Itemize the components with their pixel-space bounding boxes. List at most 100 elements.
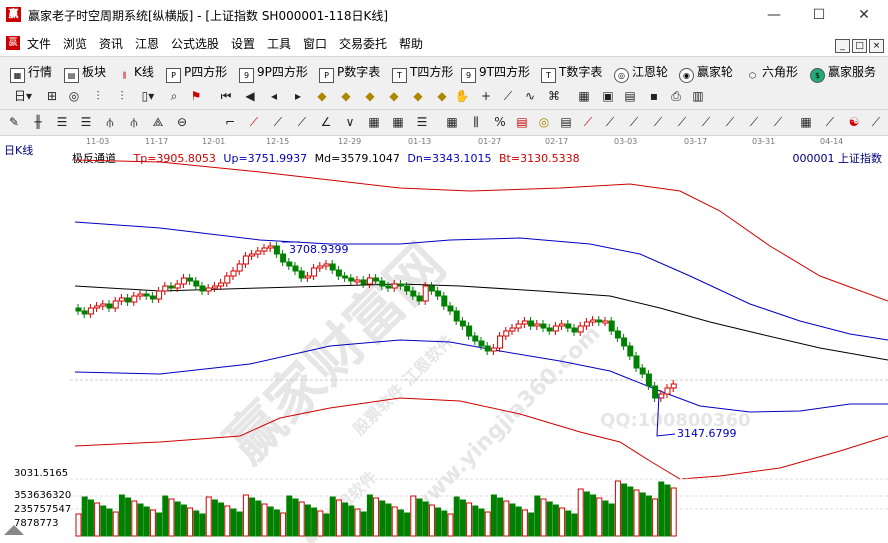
crosshair-icon[interactable]: + <box>478 88 494 104</box>
hand-icon[interactable]: ✋ <box>454 88 470 104</box>
menu-window[interactable]: 窗口 <box>303 35 327 52</box>
kline-button[interactable]: ⫼ K线 <box>118 63 154 82</box>
book-icon[interactable]: ▤ <box>622 88 638 104</box>
vline-icon[interactable]: ╫ <box>30 114 46 130</box>
gann-fan-icon[interactable]: ⟋ <box>246 114 262 130</box>
grid-view-icon[interactable]: ▣ <box>600 88 616 104</box>
tool-d-icon[interactable]: ⟋ <box>626 114 642 130</box>
hexagon-button[interactable]: ⬡ 六角形 <box>746 63 798 82</box>
menu-file[interactable]: 文件 <box>27 35 51 52</box>
menu-help[interactable]: 帮助 <box>399 35 423 52</box>
menu-gann[interactable]: 江恩 <box>135 35 159 52</box>
print-icon[interactable]: ⎙ <box>668 88 684 104</box>
diamond6-icon[interactable]: ◆ <box>434 88 450 104</box>
grid-tool-icon[interactable]: ▦ <box>366 114 382 130</box>
p-number-table-button[interactable]: P P数字表 <box>319 63 380 83</box>
angle-icon[interactable]: ∠ <box>318 114 334 130</box>
red-grid-icon[interactable]: ▤ <box>514 114 530 130</box>
pattern-icon[interactable]: ⌘ <box>546 88 562 104</box>
service-button[interactable]: $ 赢家服务 <box>810 63 876 83</box>
fork2-icon[interactable]: ⫛ <box>126 114 142 130</box>
menu-info[interactable]: 资讯 <box>99 35 123 52</box>
chart-type-icon[interactable]: ⊞ <box>44 88 60 104</box>
tool-a-icon[interactable]: ▤ <box>558 114 574 130</box>
prev-icon[interactable]: ◀ <box>242 88 258 104</box>
menu-browse[interactable]: 浏览 <box>63 35 87 52</box>
vee-icon[interactable]: ∨ <box>342 114 358 130</box>
circle-icon[interactable]: ◎ <box>66 88 82 104</box>
mdi-close-button[interactable]: × <box>869 39 884 53</box>
diamond1-icon[interactable]: ◆ <box>314 88 330 104</box>
sector-button[interactable]: ▤ 板块 <box>64 63 106 83</box>
diamond2-icon[interactable]: ◆ <box>338 88 354 104</box>
fib2-icon[interactable]: ☰ <box>78 114 94 130</box>
circle-tool-icon[interactable]: ⊖ <box>174 114 190 130</box>
zoom-icon[interactable]: ⌕ <box>166 88 182 104</box>
tool-b-icon[interactable]: ⟋ <box>580 114 596 130</box>
menu-tools[interactable]: 工具 <box>267 35 291 52</box>
p-square-button[interactable]: P P四方形 <box>166 63 227 83</box>
pencil-icon[interactable]: ✎ <box>6 114 22 130</box>
hlines-icon[interactable]: ☰ <box>414 114 430 130</box>
candle <box>87 307 94 315</box>
chart-tool-icon[interactable]: ⟋ <box>868 114 884 130</box>
menu-settings[interactable]: 设置 <box>231 35 255 52</box>
menu-formula[interactable]: 公式选股 <box>171 35 219 52</box>
gann-fan2-icon[interactable]: ⟋ <box>270 114 286 130</box>
bars-icon[interactable]: ⫶ <box>90 88 106 104</box>
table-tool-icon[interactable]: ▦ <box>444 114 460 130</box>
close-button[interactable]: ✕ <box>844 4 884 26</box>
yinyang-icon[interactable]: ☯ <box>846 114 862 130</box>
drawing-toolbar: ✎ ╫ ☰ ☰ ⫛ ⫛ ⟁ ⊖ ⌐ ⟋ ⟋ ⟋ ∠ ∨ ▦ ▦ ☰ ▦ ⫼ % … <box>0 110 888 136</box>
percent-icon[interactable]: % <box>492 114 508 130</box>
9p-square-button[interactable]: 9 9P四方形 <box>239 63 308 83</box>
export-icon[interactable]: ▥ <box>690 88 706 104</box>
forward-icon[interactable]: ▸ <box>290 88 306 104</box>
layout-icon[interactable]: ▦ <box>798 114 814 130</box>
tool-e-icon[interactable]: ⟋ <box>650 114 666 130</box>
rect-tool-icon[interactable]: ⌐ <box>222 114 238 130</box>
candle-select-icon[interactable]: ▯▾ <box>138 88 158 104</box>
maximize-button[interactable]: ☐ <box>799 4 839 26</box>
tool-j-icon[interactable]: ⟋ <box>770 114 786 130</box>
tool-i-icon[interactable]: ⟋ <box>746 114 762 130</box>
t-square-button[interactable]: T T四方形 <box>392 63 453 83</box>
mdi-minimize-button[interactable]: _ <box>835 39 850 53</box>
candle <box>81 310 88 315</box>
diamond5-icon[interactable]: ◆ <box>410 88 426 104</box>
fork-icon[interactable]: ⫛ <box>102 114 118 130</box>
volume-bar <box>218 502 225 537</box>
t-number-table-button[interactable]: T T数字表 <box>541 63 602 83</box>
line-icon[interactable]: ⟋ <box>500 88 516 104</box>
gold-circle-icon[interactable]: ◎ <box>536 114 552 130</box>
tool-f-icon[interactable]: ⟋ <box>674 114 690 130</box>
quote-button[interactable]: ▦ 行情 <box>10 63 52 83</box>
tool-h-icon[interactable]: ⟋ <box>722 114 738 130</box>
gann-fan3-icon[interactable]: ⟋ <box>294 114 310 130</box>
save-icon[interactable]: ▪ <box>646 88 662 104</box>
fib-icon[interactable]: ☰ <box>54 114 70 130</box>
menu-trade[interactable]: 交易委托 <box>339 35 387 52</box>
back-icon[interactable]: ◂ <box>266 88 282 104</box>
yingjia-wheel-button[interactable]: ◉ 赢家轮 <box>679 63 733 83</box>
volume-bar <box>509 503 516 537</box>
first-icon[interactable]: ⏮ <box>218 88 234 104</box>
mdi-restore-button[interactable]: □ <box>852 39 867 53</box>
kline-chart[interactable]: 11-03 11-17 12-01 12-15 12-29 01-13 01-2… <box>0 136 888 543</box>
diamond3-icon[interactable]: ◆ <box>362 88 378 104</box>
trend-icon[interactable]: ⟋ <box>822 114 838 130</box>
minimize-button[interactable]: — <box>754 4 794 26</box>
period-dropdown[interactable]: 日▾ <box>10 88 36 104</box>
grid-tool2-icon[interactable]: ▦ <box>390 114 406 130</box>
bars-tool-icon[interactable]: ⫼ <box>468 114 484 130</box>
flag-icon[interactable]: ⚑ <box>188 88 204 104</box>
diamond4-icon[interactable]: ◆ <box>386 88 402 104</box>
wave-icon[interactable]: ∿ <box>522 88 538 104</box>
bars2-icon[interactable]: ⫶ <box>114 88 130 104</box>
calendar-icon[interactable]: ▦ <box>576 88 592 104</box>
gann-wheel-button[interactable]: ◎ 江恩轮 <box>614 63 668 83</box>
9t-square-button[interactable]: 9 9T四方形 <box>461 63 530 83</box>
tool-c-icon[interactable]: ⟋ <box>602 114 618 130</box>
fan-icon[interactable]: ⟁ <box>150 114 166 130</box>
tool-g-icon[interactable]: ⟋ <box>698 114 714 130</box>
